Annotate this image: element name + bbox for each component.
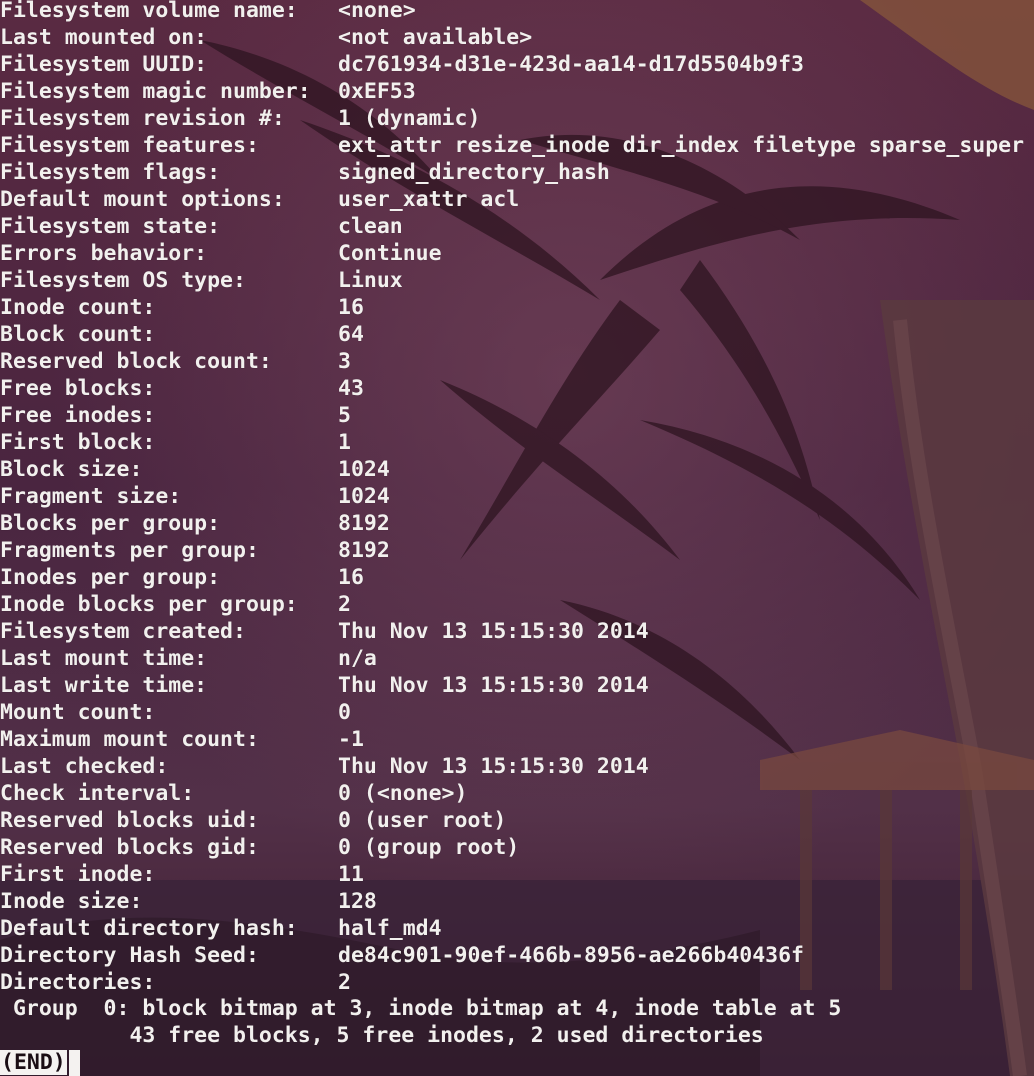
- field-value: 43: [338, 376, 364, 401]
- field-key: First inode:: [0, 862, 156, 887]
- field-value: 0 (user root): [338, 808, 507, 833]
- field-value: 0xEF53: [338, 79, 416, 104]
- field-value: user_xattr acl: [338, 187, 520, 212]
- pager-end-label: (END): [0, 1050, 67, 1075]
- field-key: Filesystem magic number:: [0, 79, 311, 104]
- field-value: n/a: [338, 646, 377, 671]
- field-value: ext_attr resize_inode dir_index filetype…: [338, 133, 1025, 158]
- field-key: Filesystem features:: [0, 133, 259, 158]
- field-value: 2: [338, 970, 351, 995]
- field-value: 0: [338, 700, 351, 725]
- field-value: 11: [338, 862, 364, 887]
- field-value: de84c901-90ef-466b-8956-ae266b40436f: [338, 943, 804, 968]
- field-key: Fragment size:: [0, 484, 182, 509]
- field-key: Reserved blocks uid:: [0, 808, 259, 833]
- field-key: Filesystem created:: [0, 619, 246, 644]
- field-key: Check interval:: [0, 781, 195, 806]
- field-value: <none>: [338, 0, 416, 23]
- field-key: Last mounted on:: [0, 25, 208, 50]
- field-value: Thu Nov 13 15:15:30 2014: [338, 754, 649, 779]
- field-key: Reserved blocks gid:: [0, 835, 259, 860]
- field-value: 128: [338, 889, 377, 914]
- field-value: signed_directory_hash: [338, 160, 610, 185]
- field-key: Filesystem volume name:: [0, 0, 298, 23]
- field-value: 0 (<none>): [338, 781, 468, 806]
- field-value: Thu Nov 13 15:15:30 2014: [338, 673, 649, 698]
- field-key: Fragments per group:: [0, 538, 259, 563]
- field-value: 1: [338, 430, 351, 455]
- field-value: Continue: [338, 241, 442, 266]
- field-key: First block:: [0, 430, 156, 455]
- field-value: <not available>: [338, 25, 533, 50]
- field-key: Errors behavior:: [0, 241, 208, 266]
- field-value: -1: [338, 727, 364, 752]
- field-key: Blocks per group:: [0, 511, 221, 536]
- field-value: 16: [338, 565, 364, 590]
- field-key: Filesystem OS type:: [0, 268, 246, 293]
- field-value: 1024: [338, 484, 390, 509]
- field-key: Directory Hash Seed:: [0, 943, 259, 968]
- terminal-window[interactable]: Filesystem volume name: <none> Last mounte…: [0, 0, 1034, 1076]
- field-value: 3: [338, 349, 351, 374]
- field-key: Free blocks:: [0, 376, 156, 401]
- field-value: 1024: [338, 457, 390, 482]
- field-value: 2: [338, 592, 351, 617]
- field-key: Free inodes:: [0, 403, 156, 428]
- field-key: Filesystem UUID:: [0, 52, 208, 77]
- field-key: Block count:: [0, 322, 156, 347]
- field-value: half_md4: [338, 916, 442, 941]
- text-cursor: [68, 1049, 80, 1076]
- field-value: 8192: [338, 511, 390, 536]
- field-value: 1 (dynamic): [338, 106, 481, 131]
- field-value: 8192: [338, 538, 390, 563]
- field-value: 16: [338, 295, 364, 320]
- field-value: Thu Nov 13 15:15:30 2014: [338, 619, 649, 644]
- group-summary-line-1: Group 0: block bitmap at 3, inode bitmap…: [0, 996, 842, 1021]
- field-value: dc761934-d31e-423d-aa14-d17d5504b9f3: [338, 52, 804, 77]
- field-key: Filesystem state:: [0, 214, 221, 239]
- field-key: Inodes per group:: [0, 565, 221, 590]
- field-value: 64: [338, 322, 364, 347]
- pager-end-prompt[interactable]: (END): [0, 1049, 80, 1076]
- field-key: Default directory hash:: [0, 916, 298, 941]
- field-key: Inode size:: [0, 889, 143, 914]
- field-key: Last mount time:: [0, 646, 208, 671]
- field-value: clean: [338, 214, 403, 239]
- field-key: Inode blocks per group:: [0, 592, 298, 617]
- field-key: Last checked:: [0, 754, 169, 779]
- field-key: Last write time:: [0, 673, 208, 698]
- field-key: Block size:: [0, 457, 143, 482]
- field-value: 5: [338, 403, 351, 428]
- field-key: Filesystem revision #:: [0, 106, 285, 131]
- field-key: Default mount options:: [0, 187, 285, 212]
- field-key: Maximum mount count:: [0, 727, 259, 752]
- field-key: Directories:: [0, 970, 156, 995]
- field-key: Inode count:: [0, 295, 156, 320]
- field-key: Reserved block count:: [0, 349, 272, 374]
- field-value: Linux: [338, 268, 403, 293]
- group-summary-line-2: 43 free blocks, 5 free inodes, 2 used di…: [0, 1023, 764, 1048]
- field-key: Mount count:: [0, 700, 156, 725]
- field-key: Filesystem flags:: [0, 160, 221, 185]
- field-value: 0 (group root): [338, 835, 520, 860]
